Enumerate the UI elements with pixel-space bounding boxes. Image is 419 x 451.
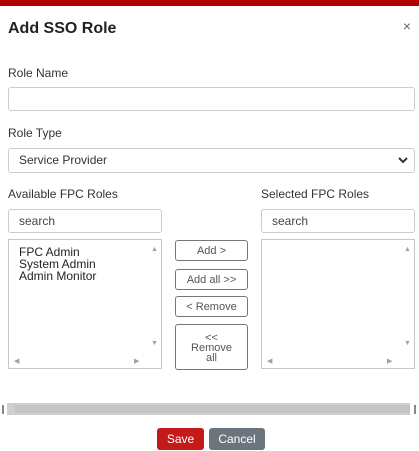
role-type-label: Role Type [8,126,62,140]
chevron-down-icon [398,157,408,164]
remove-all-label-line: all [205,351,217,364]
scrollbar-right-edge [414,405,416,414]
available-roles-search-input[interactable] [8,209,162,233]
scroll-up-icon[interactable]: ▲ [404,246,411,253]
horizontal-scrollbar[interactable]: ◀ ▶ [262,355,414,368]
scroll-left-icon[interactable]: ◀ [267,358,272,365]
role-type-selected-value: Service Provider [19,153,108,167]
dialog-accent-bar [0,0,419,6]
scrollbar-thumb[interactable] [15,405,410,413]
dialog-horizontal-scrollbar[interactable] [7,403,410,415]
available-roles-list: FPC Admin System Admin Admin Monitor [19,246,96,282]
scroll-right-icon[interactable]: ▶ [134,358,139,365]
save-button[interactable]: Save [157,428,204,450]
scroll-left-icon[interactable]: ◀ [14,358,19,365]
close-icon[interactable]: × [403,18,411,34]
selected-roles-listbox[interactable]: ▲ ▼ ◀ ▶ [261,239,415,369]
cancel-button[interactable]: Cancel [209,428,265,450]
vertical-scrollbar[interactable]: ▲ ▼ [149,240,161,357]
selected-roles-label: Selected FPC Roles [261,187,370,201]
add-sso-role-dialog: Add SSO Role × Role Name Role Type Servi… [0,0,419,451]
role-type-select[interactable]: Service Provider [8,148,415,173]
available-roles-label: Available FPC Roles [8,187,118,201]
scrollbar-left-edge [2,405,4,414]
remove-all-label-line: << [205,331,218,344]
dialog-title: Add SSO Role [8,20,117,37]
horizontal-scrollbar[interactable]: ◀ ▶ [9,355,161,368]
role-name-label: Role Name [8,66,69,80]
remove-all-label-line: Remove [191,341,232,354]
scroll-up-icon[interactable]: ▲ [151,246,158,253]
scroll-right-icon[interactable]: ▶ [387,358,392,365]
role-name-input[interactable] [8,87,415,111]
vertical-scrollbar[interactable]: ▲ ▼ [402,240,414,357]
add-button[interactable]: Add > [175,240,248,261]
add-all-button[interactable]: Add all >> [175,269,248,290]
remove-all-button[interactable]: << Remove all [175,324,248,370]
list-item[interactable]: Admin Monitor [19,270,96,282]
selected-roles-search-input[interactable] [261,209,415,233]
scroll-down-icon[interactable]: ▼ [151,340,158,347]
scroll-down-icon[interactable]: ▼ [404,340,411,347]
available-roles-listbox[interactable]: FPC Admin System Admin Admin Monitor ▲ ▼… [8,239,162,369]
remove-button[interactable]: < Remove [175,296,248,317]
